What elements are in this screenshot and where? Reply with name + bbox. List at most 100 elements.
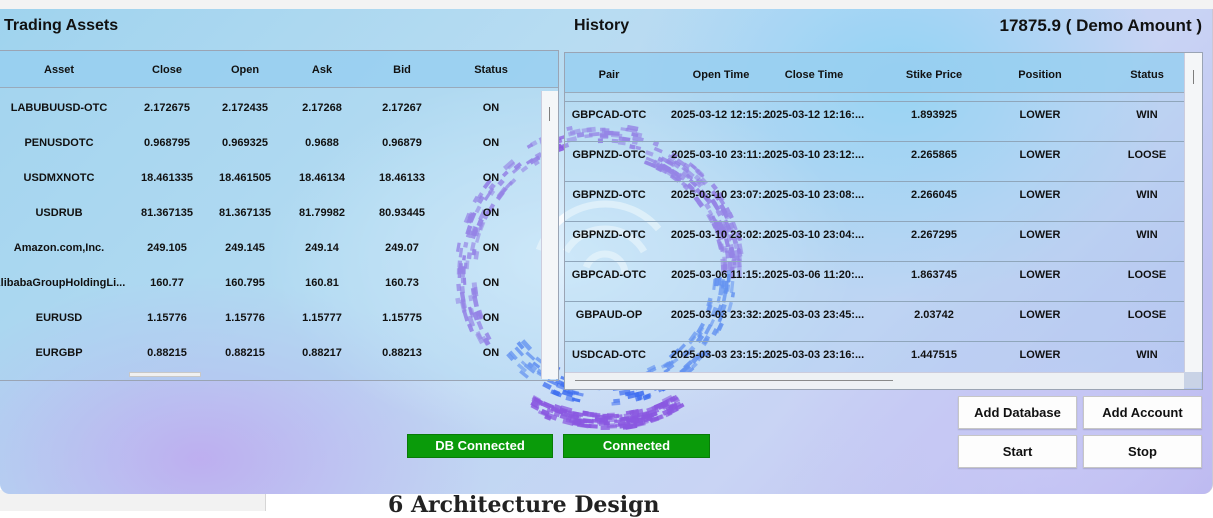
history-column-header[interactable]: Open Time <box>693 69 750 81</box>
trading-cell[interactable]: 249.145 <box>225 242 265 254</box>
history-cell[interactable]: 2025-03-03 23:16:... <box>764 349 864 361</box>
history-column-header[interactable]: Close Time <box>785 69 844 81</box>
history-cell[interactable]: 1.447515 <box>911 349 957 361</box>
trading-cell[interactable]: 2.172675 <box>144 102 190 114</box>
trading-cell[interactable]: 249.14 <box>305 242 339 254</box>
history-cell[interactable]: 2.266045 <box>911 189 957 201</box>
history-column-header[interactable]: Position <box>1018 69 1061 81</box>
history-cell[interactable]: 2025-03-06 11:15:... <box>671 269 771 281</box>
trading-column-header[interactable]: Asset <box>44 64 74 76</box>
history-cell[interactable]: 2025-03-06 11:20:... <box>764 269 864 281</box>
trading-cell[interactable]: PENUSDOTC <box>24 137 93 149</box>
trading-assets-table[interactable]: Asset Close Open Ask Bid Status LABUBUUSD-OTC 2… <box>0 50 559 381</box>
trading-cell[interactable]: 160.77 <box>150 277 184 289</box>
trading-cell[interactable]: 249.07 <box>385 242 419 254</box>
history-cell[interactable]: LOWER <box>1020 149 1061 161</box>
history-cell[interactable]: WIN <box>1136 109 1157 121</box>
trading-cell[interactable]: ON <box>483 347 500 359</box>
history-cell[interactable]: LOWER <box>1020 349 1061 361</box>
history-cell[interactable]: GBPAUD-OP <box>576 309 642 321</box>
history-column-header[interactable]: Stike Price <box>906 69 962 81</box>
trading-cell[interactable]: Amazon.com,Inc. <box>14 242 104 254</box>
trading-cell[interactable]: 0.88215 <box>225 347 265 359</box>
history-cell[interactable]: LOOSE <box>1128 309 1167 321</box>
trading-cell[interactable]: ON <box>483 277 500 289</box>
trading-cell[interactable]: 18.46134 <box>299 172 345 184</box>
trading-cell[interactable]: 18.46133 <box>379 172 425 184</box>
trading-cell[interactable]: ON <box>483 137 500 149</box>
history-cell[interactable]: LOOSE <box>1128 149 1167 161</box>
trading-cell[interactable]: ON <box>483 102 500 114</box>
history-cell[interactable]: USDCAD-OTC <box>572 349 646 361</box>
history-cell[interactable]: 2025-03-12 12:16:... <box>764 109 864 121</box>
history-column-header[interactable]: Pair <box>599 69 620 81</box>
trading-scroll-thumb[interactable] <box>549 107 550 121</box>
history-cell[interactable]: LOWER <box>1020 189 1061 201</box>
trading-cell[interactable]: 0.968795 <box>144 137 190 149</box>
trading-cell[interactable]: USDRUB <box>35 207 82 219</box>
trading-cell[interactable]: EURGBP <box>35 347 82 359</box>
history-cell[interactable]: LOOSE <box>1128 269 1167 281</box>
trading-cell[interactable]: 18.461335 <box>141 172 193 184</box>
history-hscroll-thumb[interactable] <box>575 380 893 381</box>
history-cell[interactable]: 2025-03-03 23:32:... <box>671 309 771 321</box>
history-cell[interactable]: LOWER <box>1020 269 1061 281</box>
history-cell[interactable]: 1.863745 <box>911 269 957 281</box>
history-cell[interactable]: GBPCAD-OTC <box>572 269 647 281</box>
history-cell[interactable]: 2.267295 <box>911 229 957 241</box>
trading-cell[interactable]: LABUBUUSD-OTC <box>11 102 108 114</box>
history-cell[interactable]: 2025-03-10 23:11:... <box>671 149 771 161</box>
trading-cell[interactable]: 2.172435 <box>222 102 268 114</box>
history-cell[interactable]: 2025-03-03 23:45:... <box>764 309 864 321</box>
history-cell[interactable]: 2.265865 <box>911 149 957 161</box>
trading-cell[interactable]: 0.88217 <box>302 347 342 359</box>
trading-cell[interactable]: 81.367135 <box>219 207 271 219</box>
trading-column-header[interactable]: Open <box>231 64 259 76</box>
trading-cell[interactable]: 0.88215 <box>147 347 187 359</box>
trading-cell[interactable]: 80.93445 <box>379 207 425 219</box>
trading-column-header[interactable]: Bid <box>393 64 411 76</box>
start-button[interactable]: Start <box>958 435 1077 468</box>
trading-cell[interactable]: USDMXNOTC <box>24 172 95 184</box>
trading-cell[interactable]: 160.81 <box>305 277 339 289</box>
trading-vertical-scrollbar[interactable] <box>541 91 558 379</box>
trading-cell[interactable]: 1.15776 <box>147 312 187 324</box>
history-cell[interactable]: GBPNZD-OTC <box>572 229 645 241</box>
trading-cell[interactable]: ON <box>483 242 500 254</box>
trading-cell[interactable]: AlibabaGroupHoldingLi... <box>0 277 125 289</box>
history-cell[interactable]: 1.893925 <box>911 109 957 121</box>
history-cell[interactable]: 2.03742 <box>914 309 954 321</box>
history-horizontal-scrollbar[interactable] <box>565 372 1184 389</box>
trading-cell[interactable]: 160.73 <box>385 277 419 289</box>
history-cell[interactable]: GBPNZD-OTC <box>572 189 645 201</box>
trading-cell[interactable]: 18.461505 <box>219 172 271 184</box>
history-cell[interactable]: LOWER <box>1020 309 1061 321</box>
history-cell[interactable]: GBPCAD-OTC <box>572 109 647 121</box>
trading-cell[interactable]: 0.96879 <box>382 137 422 149</box>
trading-cell[interactable]: 1.15775 <box>382 312 422 324</box>
trading-cell[interactable]: 0.9688 <box>305 137 339 149</box>
trading-cell[interactable]: 81.79982 <box>299 207 345 219</box>
trading-column-header[interactable]: Status <box>474 64 508 76</box>
add-account-button[interactable]: Add Account <box>1083 396 1202 429</box>
trading-cell[interactable]: 81.367135 <box>141 207 193 219</box>
trading-cell[interactable]: 249.105 <box>147 242 187 254</box>
trading-column-header[interactable]: Close <box>152 64 182 76</box>
trading-cell[interactable]: 1.15777 <box>302 312 342 324</box>
history-cell[interactable]: LOWER <box>1020 229 1061 241</box>
trading-horizontal-scroll-thumb[interactable] <box>129 372 201 377</box>
history-scroll-thumb[interactable] <box>1193 70 1194 84</box>
history-column-header[interactable]: Status <box>1130 69 1164 81</box>
trading-cell[interactable]: 160.795 <box>225 277 265 289</box>
history-cell[interactable]: 2025-03-10 23:08:... <box>764 189 864 201</box>
history-cell[interactable]: WIN <box>1136 229 1157 241</box>
history-cell[interactable]: 2025-03-10 23:04:... <box>764 229 864 241</box>
history-vertical-scrollbar[interactable] <box>1184 53 1202 372</box>
trading-cell[interactable]: ON <box>483 172 500 184</box>
history-cell[interactable]: 2025-03-12 12:15:... <box>671 109 771 121</box>
history-cell[interactable]: 2025-03-10 23:07:... <box>671 189 771 201</box>
trading-column-header[interactable]: Ask <box>312 64 332 76</box>
history-cell[interactable]: WIN <box>1136 189 1157 201</box>
history-cell[interactable]: WIN <box>1136 349 1157 361</box>
trading-cell[interactable]: 0.969325 <box>222 137 268 149</box>
